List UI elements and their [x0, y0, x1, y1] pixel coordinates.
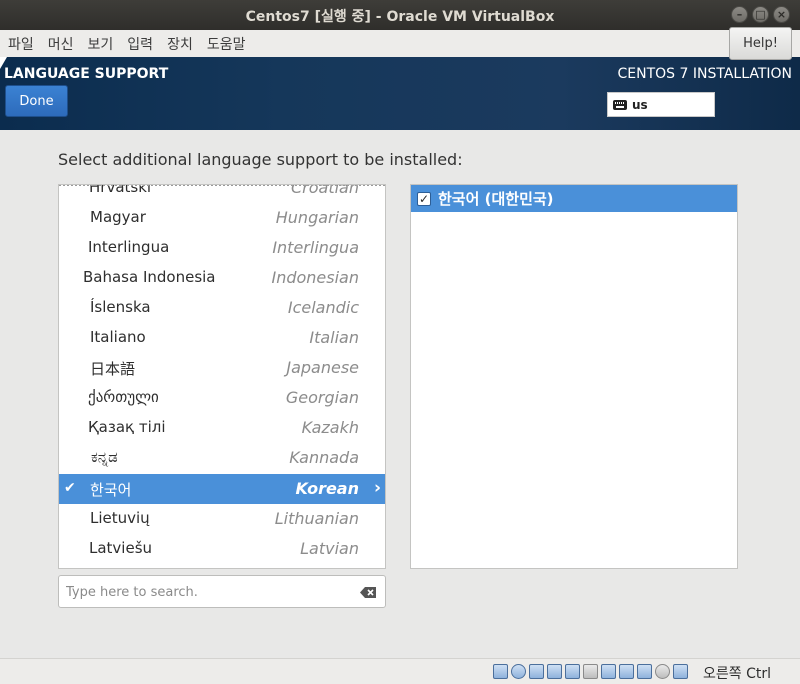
keyboard-icon [613, 99, 627, 110]
menu-input[interactable]: 입력 [127, 34, 153, 54]
menu-file[interactable]: 파일 [8, 34, 34, 54]
language-english-name: Interlingua [272, 238, 359, 257]
language-english-name: Indonesian [271, 268, 359, 287]
list-scroll-edge [59, 185, 385, 186]
window-title: Centos7 [실행 중] - Oracle VM VirtualBox [245, 9, 555, 25]
display-icon[interactable] [601, 664, 616, 679]
language-row-croatian[interactable]: Hrvatski Croatian [59, 185, 385, 203]
audio-icon[interactable] [529, 664, 544, 679]
language-native-name: ಕನ್ನಡ [91, 448, 118, 466]
language-english-name: Japanese [286, 358, 359, 377]
optical-drive-icon[interactable] [511, 664, 526, 679]
keyboard-layout-indicator[interactable]: us [607, 92, 715, 117]
video-capture-icon[interactable] [619, 664, 634, 679]
language-row-japanese[interactable]: 日本語 Japanese [59, 353, 385, 383]
vm-status-bar: 오른쪽 Ctrl [0, 658, 800, 684]
language-row-latvian[interactable]: Latviešu Latvian [59, 534, 385, 564]
keyboard-layout-label: us [632, 97, 648, 112]
minimize-button[interactable]: – [731, 6, 748, 23]
chevron-right-icon: › [373, 478, 381, 498]
language-native-name: 한국어 [90, 481, 132, 499]
product-title: CENTOS 7 INSTALLATION [617, 66, 792, 82]
language-english-name: Lithuanian [274, 509, 359, 528]
language-row-georgian[interactable]: ქართული Georgian [59, 383, 385, 413]
usb-icon[interactable] [565, 664, 580, 679]
language-native-name: Lietuvių [90, 509, 150, 527]
language-native-name: Қазақ тілі [88, 418, 166, 436]
spoke-header: LANGUAGE SUPPORT Done CENTOS 7 INSTALLAT… [0, 57, 800, 130]
done-button[interactable]: Done [5, 85, 68, 117]
locale-label: 한국어 (대한민국) [438, 190, 554, 208]
language-row-italian[interactable]: Italiano Italian [59, 323, 385, 353]
selection-prompt: Select additional language support to be… [58, 150, 463, 169]
language-row-icelandic[interactable]: Íslenska Icelandic [59, 293, 385, 323]
language-row-indonesian[interactable]: Bahasa Indonesia Indonesian [59, 263, 385, 293]
language-native-name: Bahasa Indonesia [83, 268, 216, 286]
locale-list[interactable]: ✓ 한국어 (대한민국) [410, 184, 738, 569]
mouse-cursor-icon [0, 57, 7, 69]
language-english-name: Latvian [300, 539, 359, 558]
spoke-title: LANGUAGE SUPPORT [4, 66, 169, 82]
language-row-hungarian[interactable]: Magyar Hungarian [59, 203, 385, 233]
network-icon[interactable] [547, 664, 562, 679]
language-list[interactable]: Hrvatski Croatian Magyar Hungarian Inter… [58, 184, 386, 569]
language-row-kazakh[interactable]: Қазақ тілі Kazakh [59, 413, 385, 443]
language-native-name: Íslenska [90, 298, 151, 316]
language-english-name: Icelandic [287, 298, 359, 317]
language-row-lithuanian[interactable]: Lietuvių Lithuanian [59, 504, 385, 534]
host-key-label: 오른쪽 Ctrl [703, 666, 772, 682]
language-native-name: Interlingua [88, 238, 170, 256]
language-native-name: Latviešu [89, 539, 153, 557]
language-native-name: ქართული [88, 388, 159, 406]
locale-checkbox[interactable]: ✓ [417, 191, 431, 206]
language-row-korean[interactable]: ✔ 한국어 Korean › [59, 474, 385, 504]
language-row-kannada[interactable]: ಕನ್ನಡ Kannada [59, 443, 385, 473]
language-english-name: Kazakh [301, 418, 359, 437]
language-english-name: Kannada [289, 448, 359, 467]
language-english-name: Georgian [285, 388, 359, 407]
checkmark-icon: ✔ [64, 480, 76, 496]
language-english-name: Korean [295, 479, 359, 498]
language-search-input[interactable] [66, 583, 346, 601]
menu-help[interactable]: 도움말 [207, 34, 246, 54]
menu-machine[interactable]: 머신 [48, 34, 74, 54]
help-button[interactable]: Help! [729, 27, 792, 60]
shared-folders-icon[interactable] [583, 664, 598, 679]
virtualization-icon[interactable] [637, 664, 652, 679]
language-english-name: Italian [309, 328, 359, 347]
window-titlebar[interactable]: Centos7 [실행 중] - Oracle VM VirtualBox – … [0, 0, 800, 30]
menu-devices[interactable]: 장치 [167, 34, 193, 54]
language-english-name: Hungarian [275, 208, 359, 227]
language-search-box[interactable] [58, 575, 386, 608]
language-row-interlingua[interactable]: Interlingua Interlingua [59, 233, 385, 263]
keyboard-capture-icon[interactable] [673, 664, 688, 679]
menubar: 파일 머신 보기 입력 장치 도움말 [0, 30, 800, 57]
language-native-name: 日本語 [90, 360, 136, 378]
menu-view[interactable]: 보기 [88, 34, 114, 54]
mouse-integration-icon[interactable] [655, 664, 670, 679]
close-button[interactable]: × [773, 6, 790, 23]
hard-disk-icon[interactable] [493, 664, 508, 679]
maximize-button[interactable]: □ [752, 6, 769, 23]
language-native-name: Magyar [90, 208, 146, 226]
locale-row-ko-kr[interactable]: ✓ 한국어 (대한민국) [411, 185, 737, 212]
clear-search-icon[interactable] [360, 587, 376, 598]
language-native-name: Italiano [90, 328, 146, 346]
